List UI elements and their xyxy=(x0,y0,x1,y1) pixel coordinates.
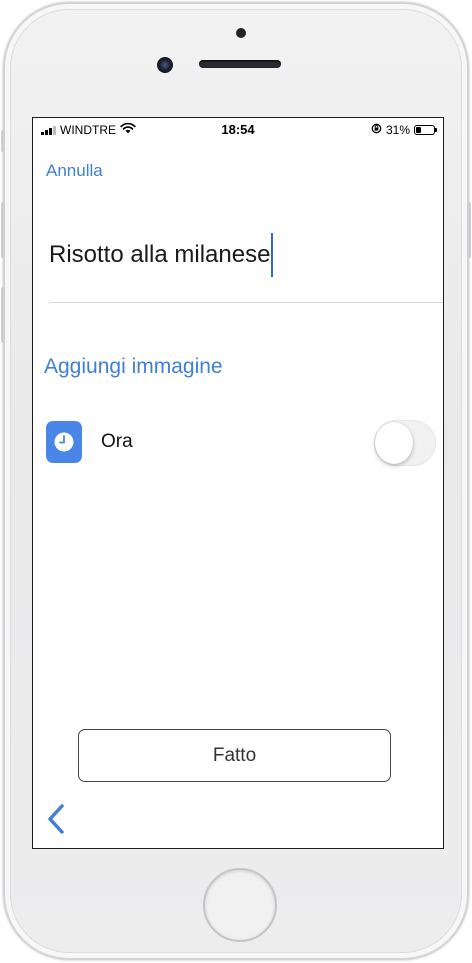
add-image-button[interactable]: Aggiungi immagine xyxy=(44,355,223,379)
volume-up-button xyxy=(1,202,5,258)
recipe-title-value: Risotto alla milanese xyxy=(49,241,271,268)
volume-down-button xyxy=(1,287,5,343)
battery-fill xyxy=(416,127,421,133)
earpiece-speaker xyxy=(199,60,281,68)
time-row-label: Ora xyxy=(101,431,133,452)
recipe-title-input[interactable]: Risotto alla milanese xyxy=(49,233,274,277)
status-right: 31% xyxy=(371,123,437,137)
toggle-knob xyxy=(375,422,413,464)
mute-switch xyxy=(1,130,5,152)
power-button xyxy=(467,202,471,258)
done-button[interactable]: Fatto xyxy=(78,729,391,782)
home-button[interactable] xyxy=(203,868,277,942)
time-row: Ora xyxy=(46,419,436,466)
status-bar: WINDTRE 18:54 31% xyxy=(33,118,443,140)
text-cursor xyxy=(271,233,274,277)
orientation-lock-icon xyxy=(371,123,382,137)
battery-percent: 31% xyxy=(385,123,410,137)
app-screen: WINDTRE 18:54 31% Annulla Risotto alla m… xyxy=(32,117,444,849)
front-camera xyxy=(157,57,173,73)
title-divider xyxy=(49,302,443,303)
time-toggle[interactable] xyxy=(374,420,436,466)
cancel-button[interactable]: Annulla xyxy=(46,161,103,181)
clock-icon xyxy=(46,421,82,463)
chevron-left-icon[interactable] xyxy=(44,802,68,836)
proximity-sensor xyxy=(236,28,246,38)
battery-icon xyxy=(414,125,437,135)
